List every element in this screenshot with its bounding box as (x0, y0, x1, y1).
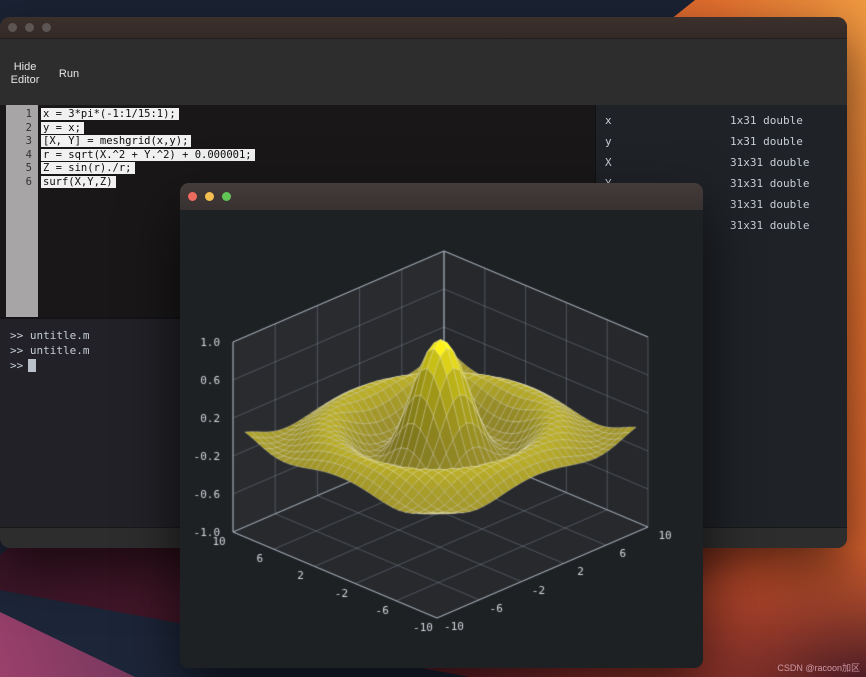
main-window-titlebar[interactable] (0, 17, 847, 38)
workspace-row[interactable]: x1x31 double (596, 110, 847, 131)
selected-code-text: Z = sin(r)./r; (41, 162, 135, 174)
variable-value: 1x31 double (730, 110, 803, 131)
run-button[interactable]: Run (52, 68, 86, 81)
variable-name: X (596, 152, 730, 173)
line-number-gutter: 1 2 3 4 5 6 (6, 105, 38, 317)
code-line: Z = sin(r)./r; (41, 162, 255, 176)
variable-name: x (596, 110, 730, 131)
minimize-button-inactive[interactable] (25, 23, 34, 32)
desktop: Hide Editor Run 1 2 3 4 5 6 x = 3*pi*(-1… (0, 0, 866, 677)
selected-code-text: x = 3*pi*(-1:1/15:1); (41, 108, 179, 120)
variable-value: 31x31 double (730, 215, 809, 236)
main-toolbar: Hide Editor Run (0, 38, 847, 106)
code-lines: x = 3*pi*(-1:1/15:1); y = x; [X, Y] = me… (41, 108, 255, 189)
variable-name: y (596, 131, 730, 152)
selected-code-text: [X, Y] = meshgrid(x,y); (41, 135, 191, 147)
minimize-button[interactable] (205, 192, 214, 201)
selected-code-text: y = x; (41, 122, 84, 134)
watermark: CSDN @racoon加区 (777, 661, 860, 674)
zoom-button[interactable] (222, 192, 231, 201)
code-line: x = 3*pi*(-1:1/15:1); (41, 108, 255, 122)
figure-window (180, 183, 703, 668)
code-line: y = x; (41, 122, 255, 136)
hide-editor-button[interactable]: Hide Editor (4, 61, 46, 87)
variable-value: 31x31 double (730, 194, 809, 215)
code-line: [X, Y] = meshgrid(x,y); (41, 135, 255, 149)
selected-code-text: surf(X,Y,Z) (41, 176, 116, 188)
hide-editor-label-line2: Editor (11, 74, 40, 86)
line-number: 1 (6, 108, 32, 122)
workspace-row[interactable]: X31x31 double (596, 152, 847, 173)
hide-editor-label-line1: Hide (14, 61, 37, 73)
code-line: r = sqrt(X.^2 + Y.^2) + 0.000001; (41, 149, 255, 163)
line-number: 5 (6, 162, 32, 176)
text-cursor (28, 359, 36, 372)
figure-window-titlebar[interactable] (180, 183, 703, 211)
surface-plot-canvas (180, 210, 703, 668)
zoom-button-inactive[interactable] (42, 23, 51, 32)
variable-value: 31x31 double (730, 152, 809, 173)
close-button[interactable] (188, 192, 197, 201)
close-button-inactive[interactable] (8, 23, 17, 32)
line-number: 2 (6, 122, 32, 136)
workspace-row[interactable]: y1x31 double (596, 131, 847, 152)
line-number: 4 (6, 149, 32, 163)
selected-code-text: r = sqrt(X.^2 + Y.^2) + 0.000001; (41, 149, 255, 161)
line-number: 6 (6, 176, 32, 190)
prompt-text: >> (10, 359, 23, 372)
line-number: 3 (6, 135, 32, 149)
variable-value: 1x31 double (730, 131, 803, 152)
variable-value: 31x31 double (730, 173, 809, 194)
